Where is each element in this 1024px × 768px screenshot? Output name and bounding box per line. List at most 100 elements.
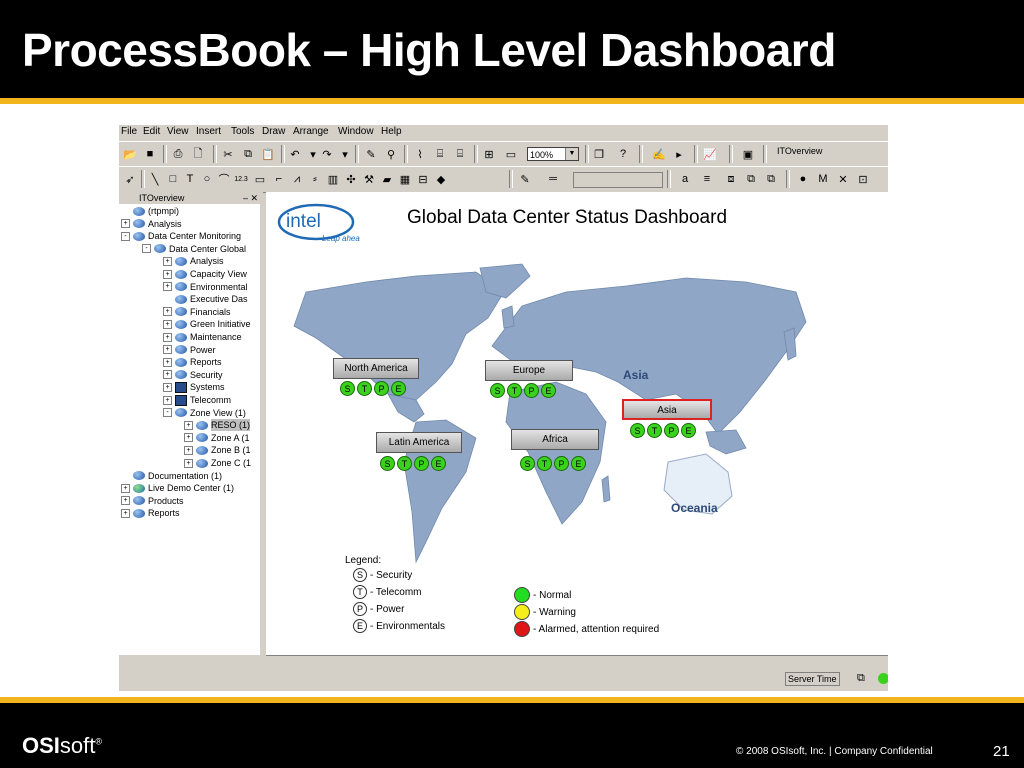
cut-icon[interactable]: ✂ [220,146,236,162]
expand-icon[interactable]: + [163,345,172,355]
expand-icon[interactable]: + [121,483,130,493]
minimize-icon[interactable]: – [243,192,248,204]
picture-tool-icon[interactable]: ▰ [379,171,395,187]
arc-tool-icon[interactable]: ⌒ [216,171,232,187]
tree-item[interactable]: Documentation (1) [121,470,222,482]
order-icon[interactable]: ⧉ [763,171,779,187]
help-icon[interactable]: ? [615,146,631,162]
expand-icon[interactable]: + [163,269,172,279]
telecomm-status-indicator[interactable]: T [647,423,662,438]
tree-item[interactable]: + Reports [163,356,222,368]
tree-item[interactable]: + Zone C (1 [184,457,251,469]
line-tool-icon[interactable]: ╲ [147,171,163,187]
telecomm-status-indicator[interactable]: T [537,456,552,471]
grid-icon[interactable]: ⊞ [481,146,497,162]
expand-icon[interactable]: + [184,420,193,430]
power-status-indicator[interactable]: P [414,456,429,471]
tree-item[interactable]: + Environmental [163,281,248,293]
expand-icon[interactable]: + [121,219,130,229]
tree-item[interactable]: - Data Center Monitoring [121,230,241,242]
tree-item[interactable]: + Systems [163,381,225,393]
bar-chart-tool-icon[interactable]: ▥ [325,171,341,187]
edit-mode-icon[interactable]: ✍ [651,146,667,162]
region-africa-button[interactable]: Africa [511,429,599,450]
ellipse-tool-icon[interactable]: ○ [199,171,215,187]
expand-icon[interactable]: + [163,307,172,317]
power-status-indicator[interactable]: P [374,381,389,396]
copy-icon[interactable]: ⧉ [240,146,256,162]
tools-icon[interactable]: ⚒ [361,171,377,187]
close-icon[interactable]: ✕ [250,192,258,204]
run-mode-icon[interactable]: ▸ [671,146,687,162]
save-icon[interactable]: ■ [142,146,158,162]
telecomm-status-indicator[interactable]: T [357,381,372,396]
region-latin-america-button[interactable]: Latin America [376,432,462,453]
expand-icon[interactable]: + [163,332,172,342]
tree-item[interactable]: + Green Initiative [163,318,251,330]
tree-item[interactable]: + Security [163,369,223,381]
telecomm-status-indicator[interactable]: T [507,383,522,398]
tree-horizontal-scrollbar[interactable] [119,655,260,668]
chevron-down-icon[interactable]: ▼ [565,148,578,160]
print-preview-icon[interactable]: 🗋 [190,146,206,162]
print-icon[interactable]: ⎙ [170,146,186,162]
tree-item[interactable]: + Telecomm [163,394,231,406]
power-status-indicator[interactable]: P [554,456,569,471]
tree-item[interactable]: + Live Demo Center (1) [121,482,234,494]
collapse-icon[interactable]: - [121,231,130,241]
tree-item[interactable]: - Zone View (1) [163,407,246,419]
expand-icon[interactable]: + [163,256,172,266]
menu-file[interactable]: File [121,126,137,137]
tree-item[interactable]: + Power [163,344,216,356]
tree-item[interactable]: (rtpmpi) [121,205,179,217]
trend-icon[interactable]: ⌇ [412,146,428,162]
tree-item[interactable]: + Reports [121,507,180,519]
window-icon[interactable]: ❐ [591,146,607,162]
tree-item[interactable]: + Maintenance [163,331,242,343]
undo-icon[interactable]: ↶ [287,146,303,162]
fill-icon[interactable]: ◆ [433,171,449,187]
ungroup-icon[interactable]: ⧉ [743,171,759,187]
environmentals-status-indicator[interactable]: E [431,456,446,471]
zoom-select[interactable]: 100% ▼ [527,147,579,161]
circle-fill-icon[interactable]: ● [795,171,811,187]
environmentals-status-indicator[interactable]: E [391,381,406,396]
collapse-icon[interactable]: - [163,408,172,418]
menu-arrange[interactable]: Arrange [293,126,329,137]
group-icon[interactable]: ⧈ [723,171,739,187]
value-tool-icon[interactable]: 12.3 [233,171,249,187]
tree-item[interactable]: + Capacity View [163,268,247,280]
security-status-indicator[interactable]: S [630,423,645,438]
expand-icon[interactable]: + [163,282,172,292]
format-painter-icon[interactable]: ✎ [363,146,379,162]
expand-icon[interactable]: + [184,445,193,455]
chart-icon[interactable]: 📈 [702,146,718,162]
open-folder-icon[interactable]: 📂 [122,146,138,162]
bar-tool-icon[interactable]: ▭ [252,171,268,187]
redo-dropdown-icon[interactable]: ▾ [337,146,353,162]
find-icon[interactable]: ⚲ [383,146,399,162]
trend-tool-icon[interactable]: ⩘ [289,171,305,187]
connector-tool-icon[interactable]: ⌐ [271,171,287,187]
display-name-field[interactable]: ITOverview [777,146,822,156]
expand-icon[interactable]: + [121,508,130,518]
properties-icon[interactable]: ⊡ [855,171,871,187]
security-status-indicator[interactable]: S [490,383,505,398]
region-asia-button[interactable]: Asia [622,399,712,420]
align-right-icon[interactable]: ⌸ [452,146,468,162]
environmentals-status-indicator[interactable]: E [571,456,586,471]
power-status-indicator[interactable]: P [524,383,539,398]
monitor-icon[interactable]: ▣ [740,146,756,162]
expand-icon[interactable]: + [184,433,193,443]
expand-icon[interactable]: + [184,458,193,468]
expand-icon[interactable]: + [163,395,172,405]
redo-icon[interactable]: ↷ [319,146,335,162]
menu-edit[interactable]: Edit [143,126,160,137]
tree-item[interactable]: + Financials [163,306,231,318]
line-style-field[interactable] [573,172,663,188]
region-europe-button[interactable]: Europe [485,360,573,381]
power-status-indicator[interactable]: P [664,423,679,438]
align-left-icon[interactable]: ⌸ [432,146,448,162]
pen-icon[interactable]: ✎ [517,171,533,187]
select-arrow-icon[interactable]: ➶ [122,171,138,187]
